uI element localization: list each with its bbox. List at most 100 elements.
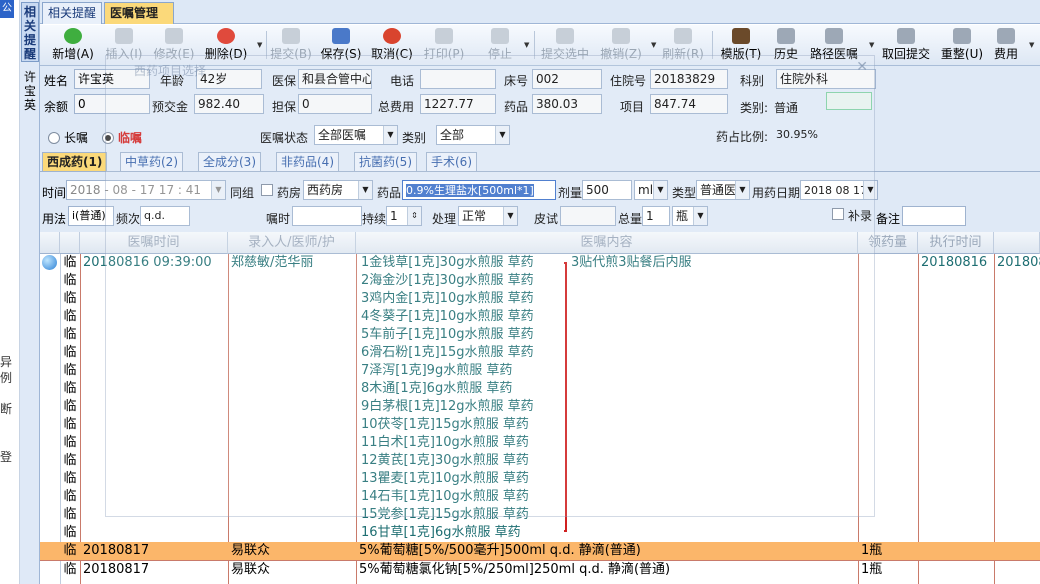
table-row[interactable]: 临 20180817 易联众 5%葡萄糖[5%/500毫升]500ml q.d.… xyxy=(40,542,1040,560)
insurance-field[interactable]: 和县合管中心 xyxy=(298,69,372,89)
total-fee-field[interactable]: 1227.77 xyxy=(420,94,496,114)
table-row[interactable]: 临 4冬葵子[1克]10g水煎服 草药 xyxy=(40,308,1040,326)
duration-stepper[interactable]: 1 ⇕ xyxy=(386,206,422,226)
drug-input[interactable]: 0.9%生理盐水[500ml*1] xyxy=(402,180,556,200)
handling-select[interactable]: 正常 ▼ xyxy=(458,206,518,226)
age-field[interactable]: 42岁 xyxy=(196,69,262,89)
instruction-input[interactable] xyxy=(292,206,362,226)
revoke-dropdown-arrow-icon[interactable]: ▼ xyxy=(651,41,656,49)
delete-dropdown-arrow-icon[interactable]: ▼ xyxy=(257,41,262,49)
row-marker: 临 xyxy=(63,345,77,360)
subtab-antibiotic[interactable]: 抗菌药(5) xyxy=(354,152,417,172)
left-strip-button[interactable]: 公 xyxy=(0,0,14,18)
table-row[interactable]: 临 14石韦[1克]10g水煎服 草药 xyxy=(40,488,1040,506)
submit-button[interactable]: 提交(B) xyxy=(270,26,312,64)
revoke-button[interactable]: 撤销(Z) xyxy=(600,26,642,64)
fee-dropdown-arrow-icon[interactable]: ▼ xyxy=(1029,41,1034,49)
drug-date-picker[interactable]: 2018 08 17 ▼ xyxy=(800,180,878,200)
regroup-button[interactable]: 重整(U) xyxy=(940,26,984,64)
delete-button[interactable]: 删除(D) xyxy=(203,26,249,64)
guarantee-field[interactable]: 0 xyxy=(298,94,372,114)
admission-field[interactable]: 20183829 xyxy=(650,69,728,89)
subtab-non-drug[interactable]: 非药品(4) xyxy=(276,152,339,172)
table-row[interactable]: 临 8木通[1克]6g水煎服 草药 xyxy=(40,380,1040,398)
subtab-herbal-medicine[interactable]: 中草药(2) xyxy=(120,152,183,172)
pharmacy-select[interactable]: 西药房 ▼ xyxy=(303,180,373,200)
table-row[interactable]: 临 7泽泻[1克]9g水煎服 草药 xyxy=(40,362,1040,380)
table-row[interactable]: 临 11白术[1克]10g水煎服 草药 xyxy=(40,434,1040,452)
table-row[interactable]: 临 20180817 易联众 5%葡萄糖氯化钠[5%/250ml]250ml q… xyxy=(40,560,1040,578)
grid-header-extra[interactable] xyxy=(994,232,1040,254)
grid-header-quantity[interactable]: 领药量 xyxy=(858,232,918,254)
phone-field[interactable] xyxy=(420,69,496,89)
table-row[interactable]: 临 5车前子[1克]10g水煎服 草药 xyxy=(40,326,1040,344)
submit-selected-button[interactable]: 提交选中 xyxy=(540,26,590,64)
total-unit-select[interactable]: 瓶 ▼ xyxy=(672,206,708,226)
type-select[interactable]: 普通医 ▼ xyxy=(696,180,750,200)
table-row[interactable]: 临 15党参[1克]15g水煎服 草药 xyxy=(40,506,1040,524)
table-row[interactable]: 临 16甘草[1克]6g水煎服 草药 xyxy=(40,524,1040,542)
category-value: 普通 xyxy=(774,101,799,115)
table-row[interactable]: 临 1金钱草[1克]30g水煎服 草药 xyxy=(40,254,1040,272)
refresh-button[interactable]: 刷新(R) xyxy=(662,26,704,64)
stop-button[interactable]: 停止 xyxy=(486,26,514,64)
row-marker: 临 xyxy=(63,417,77,432)
grid-header-person[interactable]: 录入人/医师/护 xyxy=(228,232,356,254)
print-button[interactable]: 打印(P) xyxy=(423,26,465,64)
class-select[interactable]: 全部 ▼ xyxy=(436,125,510,145)
same-group-checkbox[interactable] xyxy=(261,184,273,196)
deposit-label: 预交金 xyxy=(152,100,189,114)
save-button[interactable]: 保存(S) xyxy=(320,26,362,64)
usage-input[interactable]: i(普通) xyxy=(68,206,114,226)
deposit-field[interactable]: 982.40 xyxy=(194,94,264,114)
stop-dropdown-arrow-icon[interactable]: ▼ xyxy=(524,41,529,49)
subtab-western-medicine[interactable]: 西成药(1) xyxy=(42,152,108,172)
fetch-submit-button[interactable]: 取回提交 xyxy=(880,26,932,64)
pathway-dropdown-arrow-icon[interactable]: ▼ xyxy=(869,41,874,49)
template-button[interactable]: 模版(T) xyxy=(720,26,762,64)
tab-order-management[interactable]: 医嘱管理 xyxy=(104,2,174,24)
supplement-checkbox[interactable] xyxy=(832,208,844,220)
table-row[interactable]: 临 12黄芪[1克]30g水煎服 草药 xyxy=(40,452,1040,470)
item-fee-field[interactable]: 847.74 xyxy=(650,94,728,114)
dose-unit-select[interactable]: ml ▼ xyxy=(634,180,668,200)
grid-header-content[interactable]: 医嘱内容 xyxy=(356,232,858,254)
long-term-radio[interactable] xyxy=(48,132,60,144)
new-button[interactable]: 新增(A) xyxy=(50,26,96,64)
time-picker[interactable]: 2018 - 08 - 17 17 : 41 ▼ xyxy=(66,180,226,200)
order-status-select[interactable]: 全部医嘱 ▼ xyxy=(314,125,398,145)
dose-input[interactable]: 500 xyxy=(582,180,632,200)
drug-fee-field[interactable]: 380.03 xyxy=(532,94,602,114)
drug-ratio-label: 药占比例: xyxy=(716,130,769,144)
grid-header-exec-time[interactable]: 执行时间 xyxy=(918,232,994,254)
table-row[interactable]: 临 13瞿麦[1克]10g水煎服 草药 xyxy=(40,470,1040,488)
table-row[interactable]: 临 2海金沙[1克]30g水煎服 草药 xyxy=(40,272,1040,290)
total-amount-input[interactable]: 1 xyxy=(642,206,670,226)
table-row[interactable]: 临 6滑石粉[1克]15g水煎服 草药 xyxy=(40,344,1040,362)
insert-button[interactable]: 插入(I) xyxy=(104,26,144,64)
name-field[interactable]: 许宝英 xyxy=(74,69,150,89)
subtab-surgery[interactable]: 手术(6) xyxy=(426,152,477,172)
stop-icon xyxy=(491,28,509,44)
frequency-input[interactable]: q.d. xyxy=(140,206,190,226)
fee-button[interactable]: 费用 xyxy=(992,26,1020,64)
skin-test-input[interactable] xyxy=(560,206,616,226)
table-row[interactable]: 临 10茯苓[1克]15g水煎服 草药 xyxy=(40,416,1040,434)
vertical-tab-reminders[interactable]: 相关提醒 xyxy=(21,2,39,62)
tab-reminders[interactable]: 相关提醒 xyxy=(42,2,103,24)
cancel-button[interactable]: 取消(C) xyxy=(371,26,413,64)
balance-field[interactable]: 0 xyxy=(74,94,150,114)
table-row[interactable]: 临 3鸡内金[1克]10g水煎服 草药 xyxy=(40,290,1040,308)
history-button[interactable]: 历史 xyxy=(772,26,800,64)
modify-button[interactable]: 修改(E) xyxy=(152,26,196,64)
pathway-order-button[interactable]: 路径医嘱 xyxy=(808,26,860,64)
dept-field[interactable]: 住院外科 xyxy=(776,69,876,89)
temporary-radio[interactable] xyxy=(102,132,114,144)
remark-input[interactable] xyxy=(902,206,966,226)
grid-header-time[interactable]: 医嘱时间 xyxy=(80,232,228,254)
insert-icon xyxy=(115,28,133,44)
toolbar: 新增(A) 插入(I) 修改(E) 删除(D) ▼ 提交(B) 保存(S) 取消… xyxy=(40,25,1040,66)
bed-field[interactable]: 002 xyxy=(532,69,602,89)
subtab-full-component[interactable]: 全成分(3) xyxy=(198,152,261,172)
table-row[interactable]: 临 9白茅根[1克]12g水煎服 草药 xyxy=(40,398,1040,416)
